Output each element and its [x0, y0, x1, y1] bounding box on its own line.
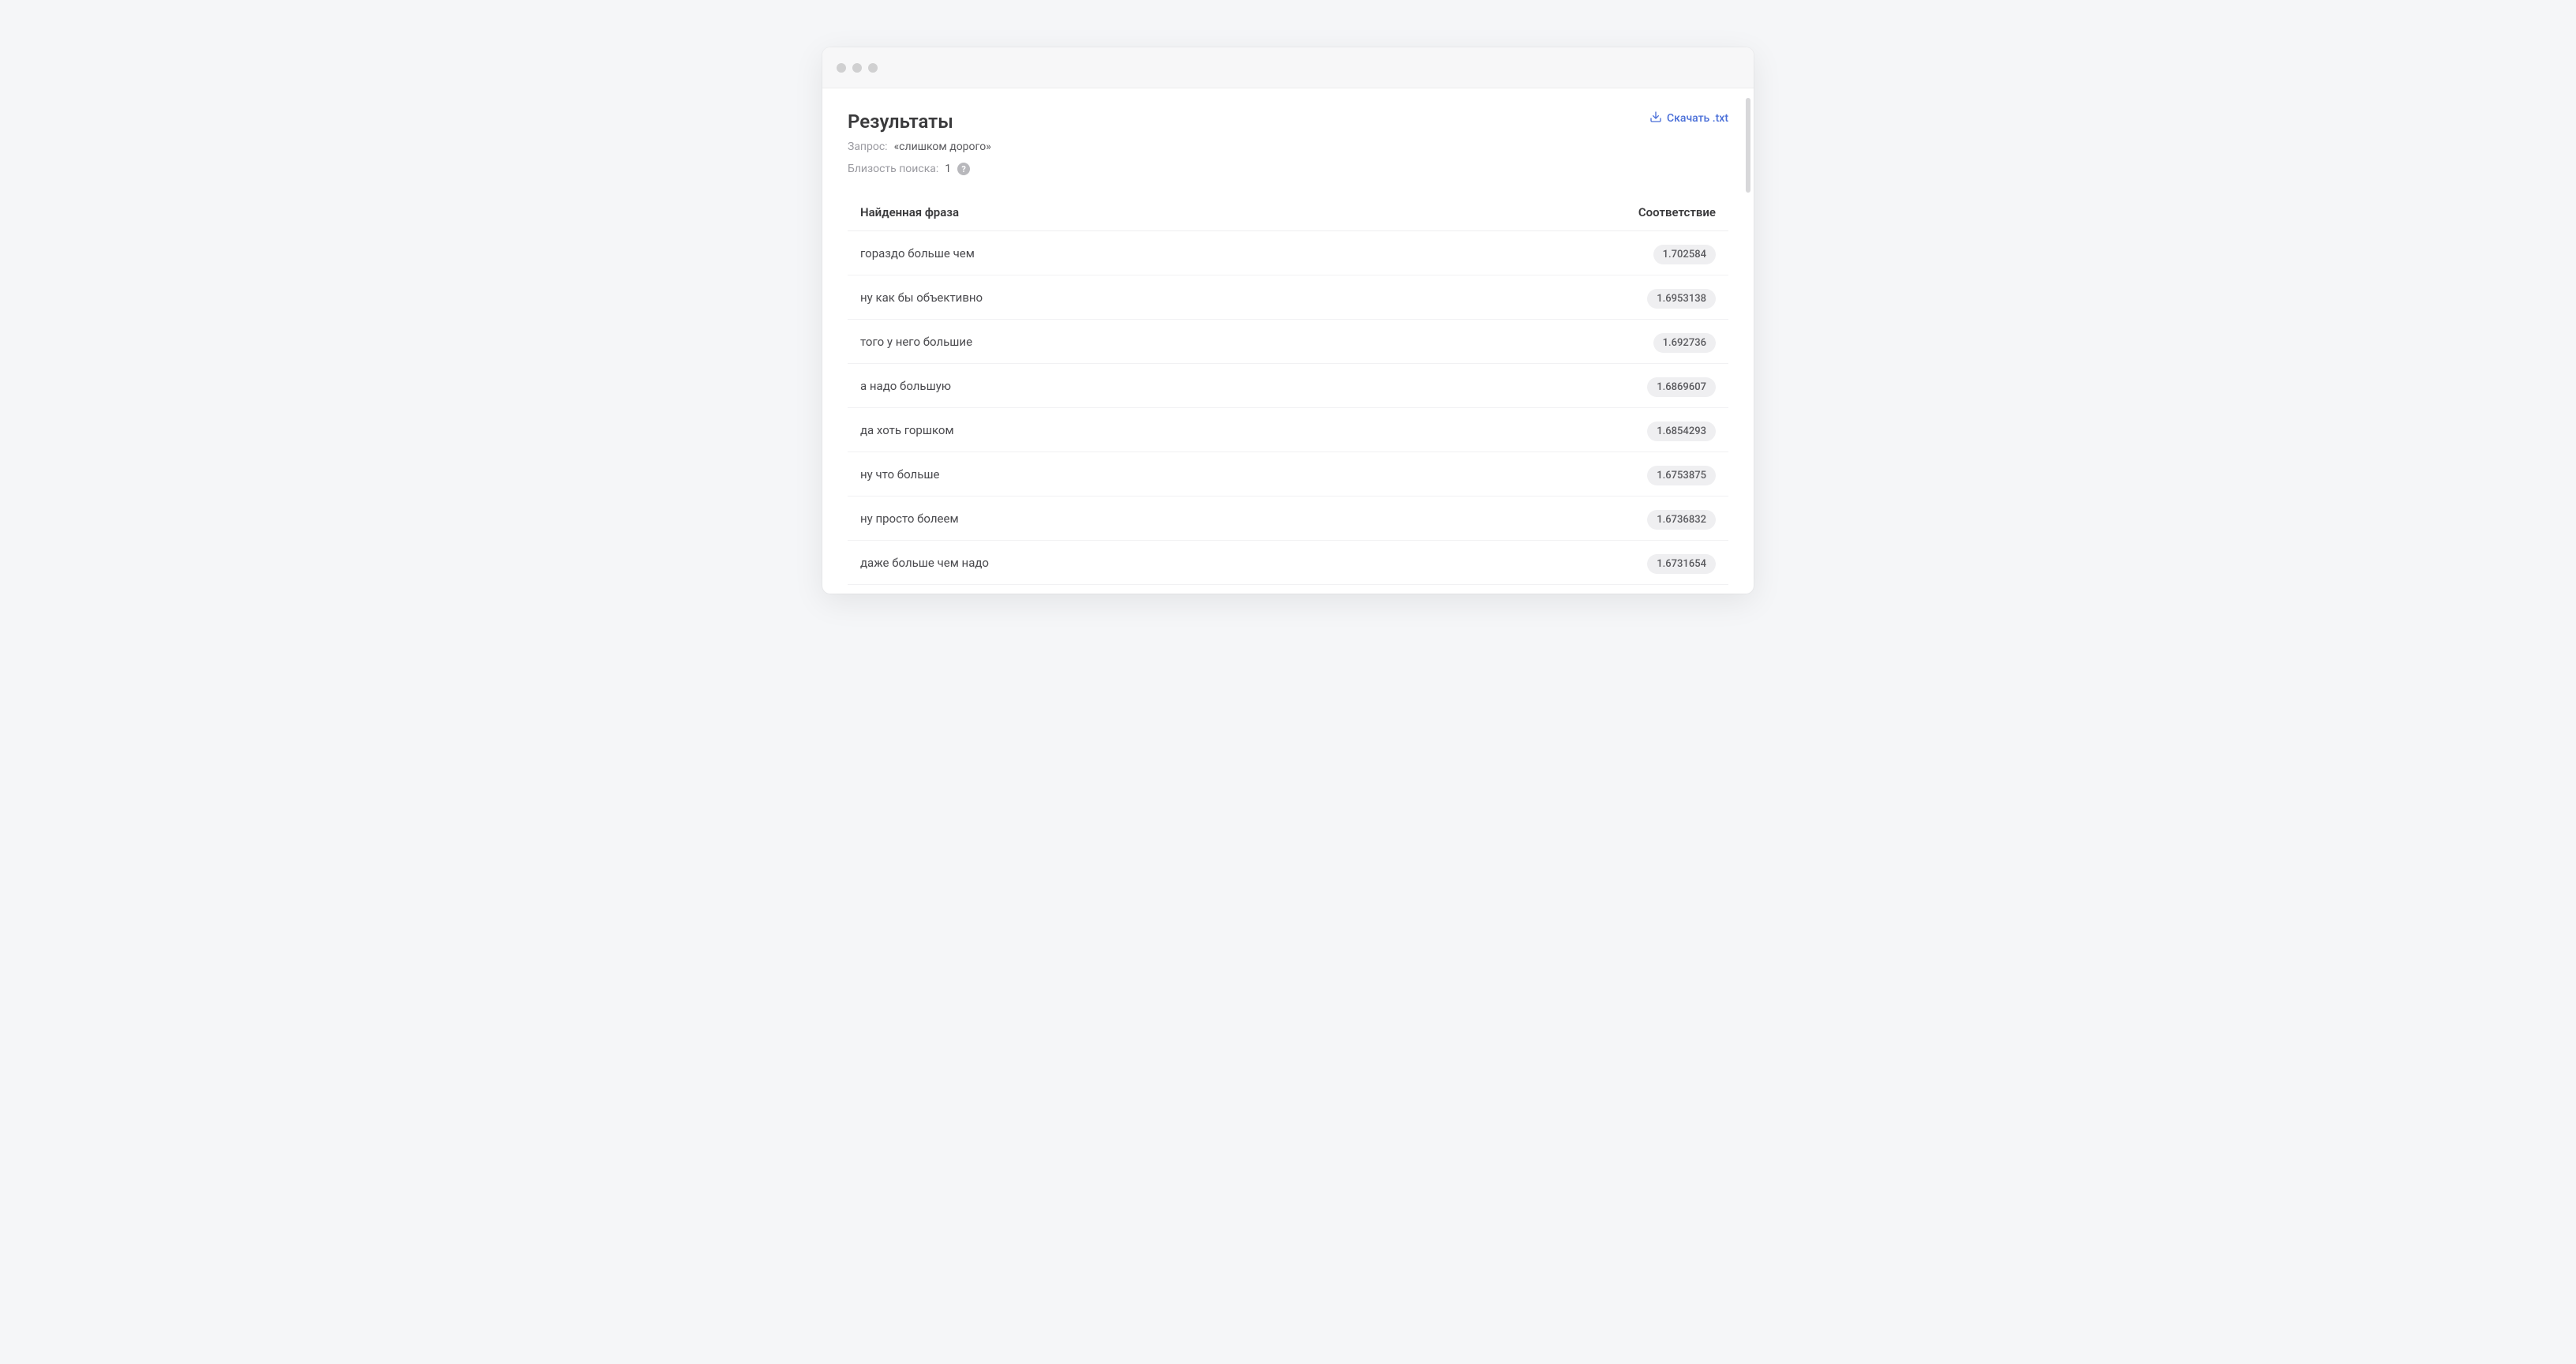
phrase-cell: ну как бы объективно	[860, 290, 983, 305]
app-window: Результаты Скачать .txt Запрос: «слишком…	[822, 47, 1754, 594]
help-icon[interactable]: ?	[957, 163, 970, 175]
table-row: а надо большую 1.6869607	[848, 364, 1728, 408]
proximity-row: Близость поиска: 1 ?	[848, 163, 1728, 175]
phrase-cell: ну просто болеем	[860, 512, 959, 526]
download-label: Скачать .txt	[1667, 112, 1728, 125]
window-controls	[837, 63, 878, 73]
phrase-cell: да хоть горшком	[860, 423, 954, 437]
score-cell: 1.6736832	[1605, 511, 1716, 526]
vertical-scrollbar[interactable]	[1746, 98, 1750, 193]
phrase-cell: даже больше чем надо	[860, 556, 989, 570]
window-minimize-button[interactable]	[852, 63, 862, 73]
phrase-cell: гораздо больше чем	[860, 246, 975, 260]
results-table: Найденная фраза Соответствие гораздо бол…	[848, 194, 1728, 585]
score-cell: 1.6953138	[1605, 290, 1716, 305]
download-txt-link[interactable]: Скачать .txt	[1649, 111, 1728, 126]
table-row: даже больше чем надо 1.6731654	[848, 541, 1728, 585]
score-badge: 1.6869607	[1647, 377, 1716, 397]
table-header: Найденная фраза Соответствие	[848, 194, 1728, 231]
score-cell: 1.6869607	[1605, 378, 1716, 393]
header-row: Результаты Скачать .txt	[848, 111, 1728, 133]
score-cell: 1.6731654	[1605, 555, 1716, 570]
table-row: ну просто болеем 1.6736832	[848, 497, 1728, 541]
table-row: ну как бы объективно 1.6953138	[848, 275, 1728, 320]
table-row: того у него большие 1.692736	[848, 320, 1728, 364]
query-value: «слишком дорого»	[894, 141, 991, 153]
window-titlebar	[822, 47, 1754, 88]
score-badge: 1.6753875	[1647, 466, 1716, 485]
score-cell: 1.702584	[1605, 245, 1716, 260]
table-body: гораздо больше чем 1.702584 ну как бы объе…	[848, 231, 1728, 585]
score-badge: 1.6736832	[1647, 510, 1716, 530]
score-badge: 1.702584	[1653, 245, 1716, 264]
table-row: да хоть горшком 1.6854293	[848, 408, 1728, 452]
phrase-cell: ну что больше	[860, 467, 939, 482]
page-title: Результаты	[848, 111, 953, 133]
query-label: Запрос:	[848, 141, 888, 153]
col-header-phrase: Найденная фраза	[860, 205, 959, 219]
proximity-value: 1	[945, 163, 951, 175]
query-row: Запрос: «слишком дорого»	[848, 141, 1728, 153]
proximity-label: Близость поиска:	[848, 163, 938, 175]
content-area: Результаты Скачать .txt Запрос: «слишком…	[822, 88, 1754, 594]
score-cell: 1.692736	[1605, 334, 1716, 349]
phrase-cell: а надо большую	[860, 379, 951, 393]
score-cell: 1.6753875	[1605, 467, 1716, 482]
window-maximize-button[interactable]	[868, 63, 878, 73]
download-icon	[1649, 111, 1662, 126]
window-close-button[interactable]	[837, 63, 846, 73]
table-row: ну что больше 1.6753875	[848, 452, 1728, 497]
score-cell: 1.6854293	[1605, 422, 1716, 437]
col-header-score: Соответствие	[1605, 205, 1716, 219]
score-badge: 1.6953138	[1647, 289, 1716, 309]
table-row: гораздо больше чем 1.702584	[848, 231, 1728, 275]
score-badge: 1.692736	[1653, 333, 1716, 353]
phrase-cell: того у него большие	[860, 335, 972, 349]
score-badge: 1.6854293	[1647, 422, 1716, 441]
score-badge: 1.6731654	[1647, 554, 1716, 574]
